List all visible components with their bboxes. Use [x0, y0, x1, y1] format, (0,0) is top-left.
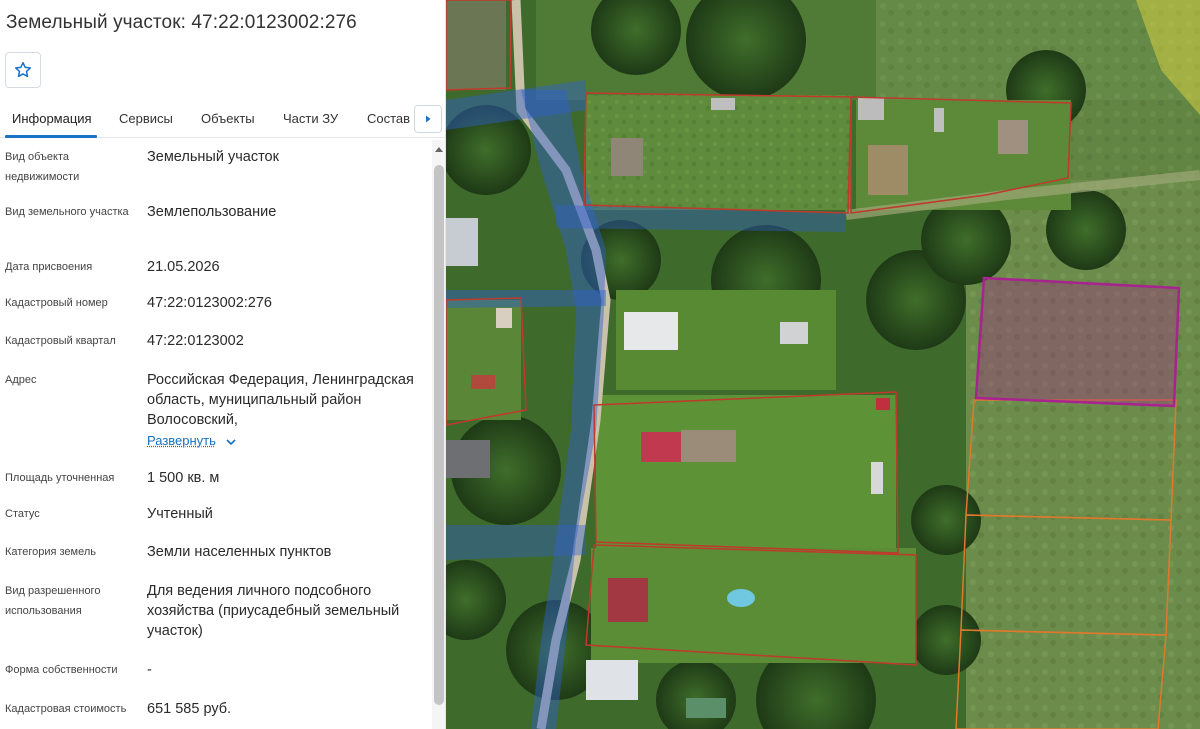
attribute-label: Форма собственности: [5, 664, 118, 676]
page-title: Земельный участок: 47:22:0123002:276: [6, 12, 357, 33]
chevron-right-icon: [426, 115, 431, 123]
tab-composition[interactable]: Состав: [367, 111, 410, 126]
map-view[interactable]: [446, 0, 1200, 729]
attribute-label: Вид разрешенного использования: [5, 585, 101, 617]
attribute-label: Вид объекта недвижимости: [5, 151, 80, 183]
tabs-scroll-right-button[interactable]: [414, 105, 442, 133]
attribute-value: 1 500 кв. м: [147, 470, 220, 486]
attribute-value: 651 585 руб.: [147, 701, 232, 717]
attribute-value: Земли населенных пунктов: [147, 544, 332, 560]
favorite-button[interactable]: [5, 52, 41, 88]
attribute-value: Землепользование: [147, 204, 277, 220]
tab-services[interactable]: Сервисы: [119, 111, 173, 126]
status-value: Учтенный: [147, 506, 213, 522]
attribute-value: 21.05.2026: [147, 259, 220, 275]
attribute-value: 47:22:0123002:276: [147, 295, 272, 311]
scroll-up-button[interactable]: [432, 140, 445, 158]
info-panel: Земельный участок: 47:22:0123002:276 Инф…: [0, 0, 446, 729]
attribute-label: Вид земельного участка: [5, 206, 129, 218]
scrollbar-thumb[interactable]: [434, 165, 444, 705]
chevron-down-icon[interactable]: [225, 437, 237, 447]
attribute-label: Кадастровый квартал: [5, 335, 116, 347]
attribute-label: Категория земель: [5, 546, 96, 558]
tab-parts[interactable]: Части ЗУ: [283, 111, 338, 126]
attribute-value: -: [147, 662, 152, 678]
tab-bar: Информация Сервисы Объекты Части ЗУ Сост…: [0, 102, 445, 138]
star-outline-icon: [15, 61, 31, 78]
tab-info[interactable]: Информация: [12, 111, 92, 126]
attribute-label: Кадастровый номер: [5, 297, 108, 309]
attribute-label: Площадь уточненная: [5, 472, 115, 484]
active-tab-indicator: [5, 135, 97, 138]
attribute-value: Земельный участок: [147, 149, 279, 165]
expand-address-link[interactable]: Развернуть: [147, 433, 216, 448]
tab-objects[interactable]: Объекты: [201, 111, 255, 126]
caret-up-icon: [435, 147, 443, 152]
satellite-map[interactable]: [446, 0, 1200, 729]
road-zone-overlay: [446, 525, 586, 560]
attribute-value: 47:22:0123002: [147, 333, 244, 349]
attribute-label: Адрес: [5, 374, 37, 386]
attribute-list: Вид объекта недвижимости Земельный участ…: [0, 140, 432, 729]
lawn: [596, 395, 896, 555]
selected-parcel[interactable]: [974, 276, 1181, 408]
address-value: Российская Федерация, Ленинградская обла…: [147, 372, 414, 428]
attribute-label: Статус: [5, 508, 40, 520]
attribute-label: Дата присвоения: [5, 261, 93, 273]
attribute-label: Кадастровая стоимость: [5, 703, 127, 715]
attribute-value: Для ведения личного подсобного хозяйства…: [147, 583, 400, 639]
